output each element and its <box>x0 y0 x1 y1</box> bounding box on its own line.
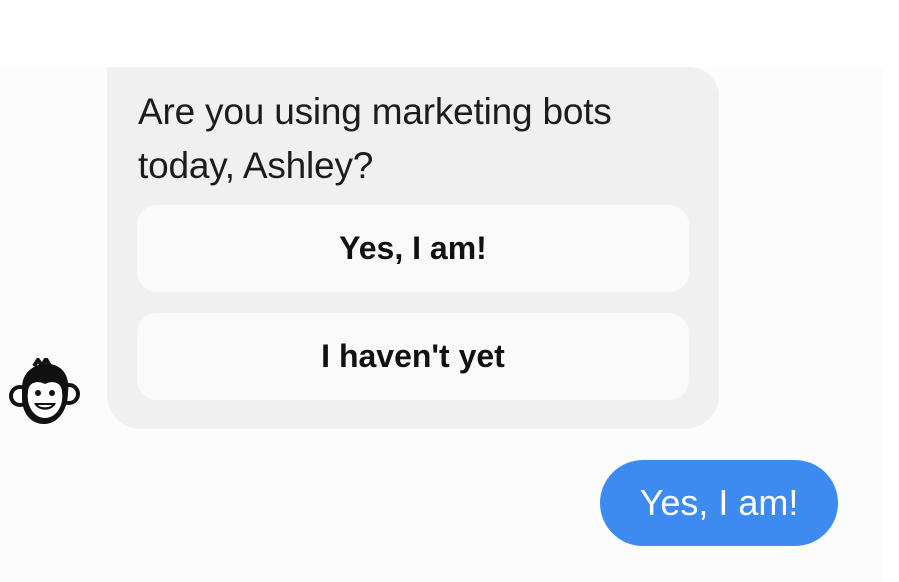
quick-reply-not-yet-button[interactable]: I haven't yet <box>137 313 689 400</box>
bot-avatar <box>8 354 80 430</box>
bot-message-text: Are you using marketing bots today, Ashl… <box>138 91 612 186</box>
bot-message-bubble: Are you using marketing bots today, Ashl… <box>107 67 719 429</box>
quick-reply-yes-button[interactable]: Yes, I am! <box>137 205 689 292</box>
monkey-mascot-icon <box>9 354 80 424</box>
user-message-bubble: Yes, I am! <box>600 460 838 546</box>
